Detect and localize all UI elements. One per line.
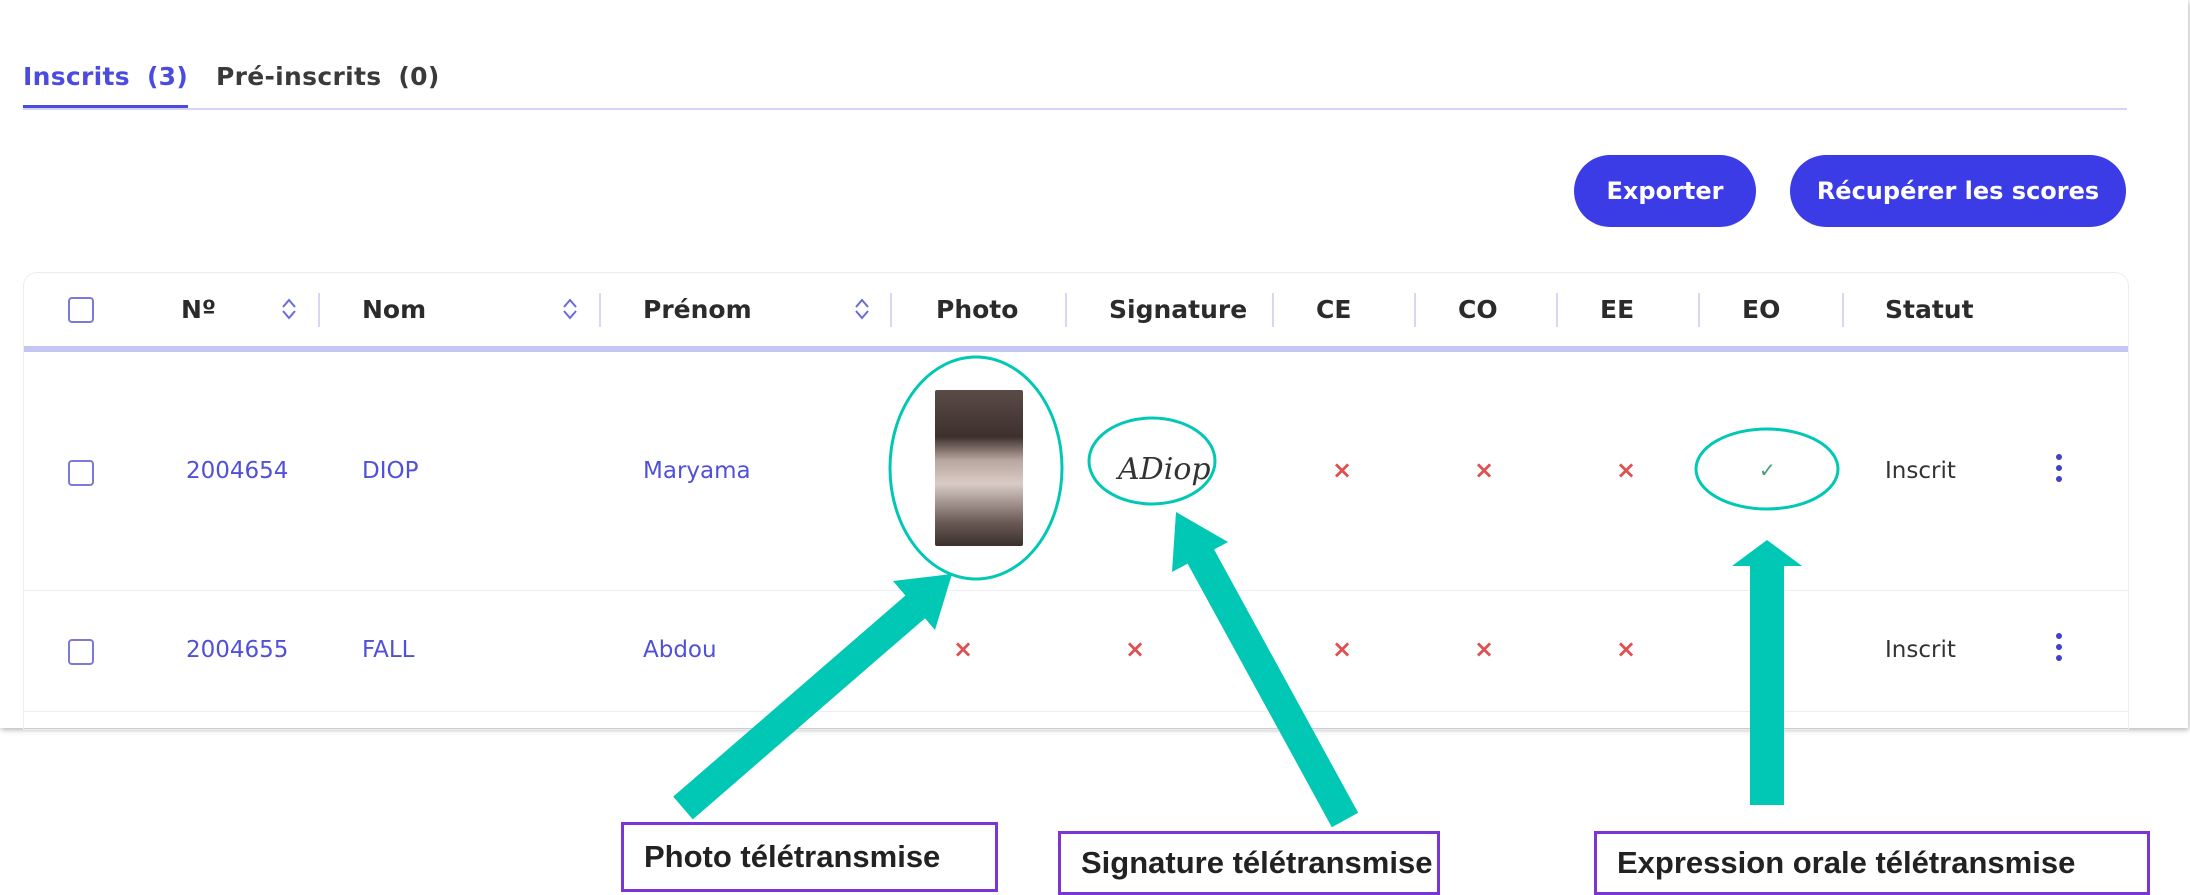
callout-signature: Signature télétransmise: [1058, 831, 1440, 895]
arrow-icon: [673, 589, 932, 820]
annotation-overlay: [673, 355, 1840, 828]
photo-highlight: [888, 355, 1064, 581]
callout-eo: Expression orale télétransmise: [1594, 831, 2150, 895]
callout-photo: Photo télétransmise: [621, 822, 998, 892]
arrow-icon: [1186, 547, 1359, 828]
signature-highlight: [1087, 416, 1217, 506]
eo-highlight: [1694, 427, 1840, 511]
arrow-icon: [1732, 540, 1802, 566]
